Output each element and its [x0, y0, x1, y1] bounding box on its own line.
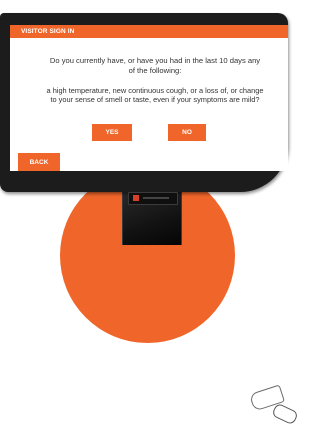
screening-question: Do you currently have, or have you had i…	[49, 56, 261, 75]
symptoms-text: a high temperature, new continuous cough…	[46, 86, 264, 105]
brand-logo-text-mark	[143, 197, 169, 199]
no-button[interactable]: NO	[168, 124, 206, 141]
yes-button[interactable]: YES	[92, 124, 132, 141]
back-button[interactable]: BACK	[18, 153, 60, 171]
brand-logo-icon	[133, 195, 139, 201]
monitor-chin-badge	[128, 192, 178, 205]
header-bar: VISITOR SIGN IN	[10, 25, 288, 38]
kiosk-screen: VISITOR SIGN IN Do you currently have, o…	[10, 25, 288, 171]
page-title: VISITOR SIGN IN	[21, 28, 75, 35]
device-silhouette-secondary	[271, 402, 299, 425]
